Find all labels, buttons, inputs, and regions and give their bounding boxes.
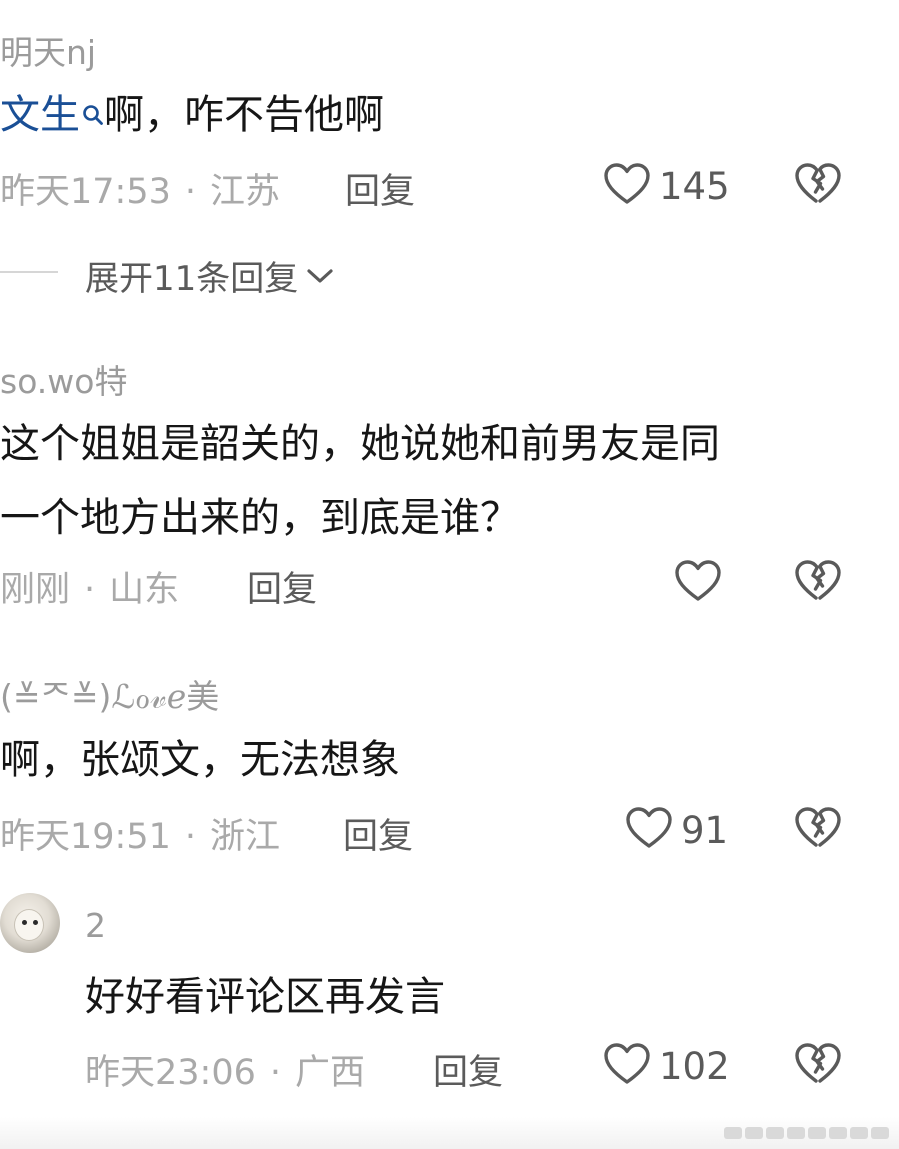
meta-separator: · <box>84 570 96 610</box>
meta-separator: · <box>184 817 197 857</box>
expand-replies-button[interactable]: 展开11条回复 <box>85 251 334 300</box>
comment-location: 江苏 <box>210 172 281 212</box>
comment-meta: 刚刚 · 山东 <box>0 561 179 612</box>
like-button[interactable]: 91 <box>625 806 728 854</box>
comment-text: 文生 啊，咋不告他啊 <box>0 78 384 152</box>
expand-replies-label: 展开11条回复 <box>85 259 299 299</box>
avatar-face <box>14 909 44 941</box>
watermark-strip <box>0 1117 899 1149</box>
broken-heart-icon <box>794 560 842 607</box>
avatar-eye <box>33 920 38 925</box>
heart-icon <box>674 559 722 607</box>
like-count: 145 <box>659 164 730 208</box>
comment-time: 昨天23:06 <box>85 1053 256 1093</box>
reply-button[interactable]: 回复 <box>345 163 415 214</box>
chevron-down-icon <box>306 267 334 285</box>
like-button[interactable]: 102 <box>603 1042 730 1090</box>
like-button[interactable] <box>674 559 722 607</box>
like-count: 91 <box>681 808 729 852</box>
comment-time: 昨天17:53 <box>0 172 171 212</box>
comment-location: 山东 <box>109 570 180 610</box>
dislike-button[interactable] <box>794 806 842 854</box>
heart-icon <box>603 162 651 210</box>
like-button[interactable]: 145 <box>603 162 730 210</box>
heart-icon <box>603 1042 651 1090</box>
comment-time: 昨天19:51 <box>0 817 171 857</box>
comment-content-line: 这个姐姐是韶关的，她说她和前男友是同 <box>0 421 720 467</box>
reply-button[interactable]: 回复 <box>343 808 413 859</box>
comment-username[interactable]: 2 <box>85 906 106 945</box>
mention-link[interactable]: 文生 <box>0 92 80 138</box>
dislike-button[interactable] <box>794 1042 842 1090</box>
thread-divider <box>0 271 58 273</box>
watermark-logo <box>724 1127 889 1139</box>
broken-heart-icon <box>794 807 842 854</box>
comment-location: 广西 <box>295 1053 366 1093</box>
comment-username[interactable]: 明天nj <box>0 26 96 74</box>
comment-meta: 昨天17:53 · 江苏 <box>0 163 280 214</box>
meta-separator: · <box>269 1053 282 1093</box>
avatar[interactable] <box>0 893 60 953</box>
reply-button[interactable]: 回复 <box>433 1044 503 1095</box>
heart-icon <box>625 806 673 854</box>
search-icon[interactable] <box>82 76 104 150</box>
comment-username[interactable]: so.wo特 <box>0 355 127 403</box>
comment-username[interactable]: (≚ᄌ≚)ℒℴ𝓋ℯ美 <box>0 670 219 718</box>
broken-heart-icon <box>794 1043 842 1090</box>
comment-content: 啊，张颂文，无法想象 <box>0 737 400 783</box>
comment-time: 刚刚 <box>0 570 71 610</box>
broken-heart-icon <box>794 163 842 210</box>
dislike-button[interactable] <box>794 559 842 607</box>
comment-location: 浙江 <box>210 817 281 857</box>
like-count: 102 <box>659 1044 730 1088</box>
comment-content-line: 一个地方出来的，到底是谁？ <box>0 495 520 541</box>
avatar-eye <box>22 920 27 925</box>
comment-content: 好好看评论区再发言 <box>85 974 445 1020</box>
comment-meta: 昨天23:06 · 广西 <box>85 1044 365 1095</box>
dislike-button[interactable] <box>794 162 842 210</box>
meta-separator: · <box>184 172 197 212</box>
comment-meta: 昨天19:51 · 浙江 <box>0 808 280 859</box>
comment-content: 啊，咋不告他啊 <box>104 92 384 138</box>
reply-button[interactable]: 回复 <box>247 561 317 612</box>
